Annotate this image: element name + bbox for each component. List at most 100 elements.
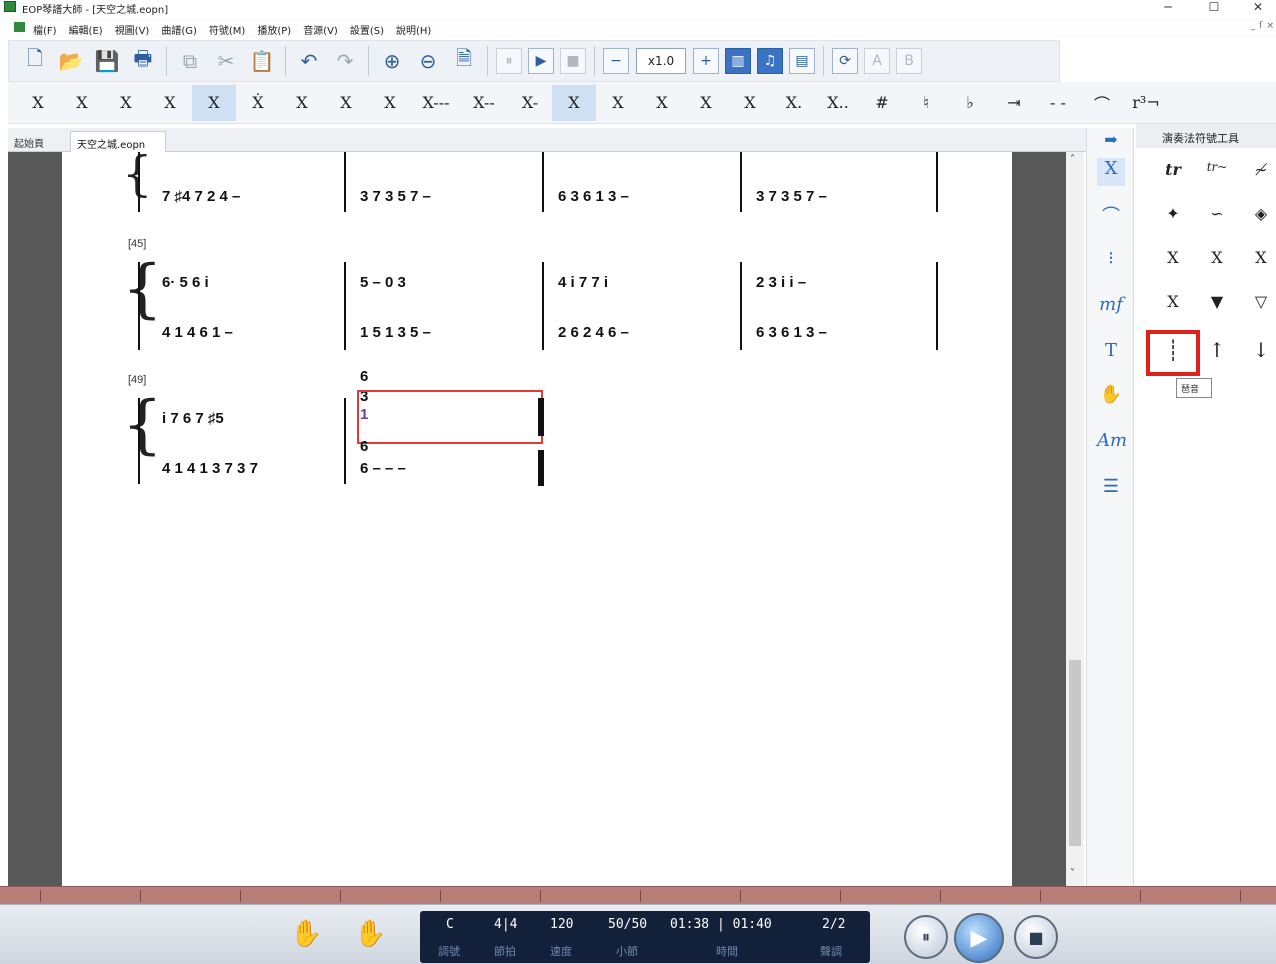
zoom-in-icon[interactable]: ⊕ [374, 45, 410, 77]
arpeggio-down-icon[interactable]: ↓ [1246, 338, 1276, 366]
menu-score[interactable]: 曲譜(G) [161, 22, 197, 37]
flat-icon[interactable]: ♭ [948, 85, 992, 121]
menu-sound[interactable]: 音源(V) [303, 22, 338, 37]
staff-view-icon[interactable]: ♫ [757, 48, 783, 74]
category-text-icon[interactable]: T [1097, 340, 1125, 368]
chord-note[interactable]: 6 [360, 368, 368, 385]
save-icon[interactable]: 💾 [89, 45, 125, 77]
mdi-minimize-button[interactable]: _ [1251, 21, 1256, 31]
maximize-button[interactable]: ☐ [1204, 0, 1224, 14]
measure[interactable]: 6 – – – [360, 458, 406, 478]
triplet-icon[interactable]: r³¬ [1124, 85, 1168, 121]
dot-tool-2[interactable]: X.. [816, 85, 860, 121]
mordent-icon[interactable]: ≁ [1246, 160, 1276, 188]
duration-tool-1[interactable]: X--- [412, 85, 460, 121]
speed-field[interactable]: x1.0 [636, 48, 686, 74]
category-chord-icon[interactable]: Am [1097, 430, 1127, 458]
paste-icon[interactable]: 📋 [244, 45, 280, 77]
undo-icon[interactable]: ↶ [291, 45, 327, 77]
arrow-right-icon[interactable]: ➡ [1097, 130, 1125, 158]
page-view-icon[interactable]: 🗎 [446, 45, 482, 77]
dot-tool-1[interactable]: X. [772, 85, 816, 121]
tab-home[interactable]: 起始頁 [8, 131, 66, 152]
grace-note-icon[interactable]: X [1158, 248, 1188, 276]
mdi-close-button[interactable]: × [1266, 21, 1274, 31]
scroll-up-icon[interactable]: ˄ [1070, 154, 1075, 165]
trill-icon[interactable]: tr [1158, 160, 1188, 188]
redo-icon[interactable]: ↷ [327, 45, 363, 77]
measure[interactable]: 5 – 0 3 [360, 272, 406, 292]
duration-tool-3[interactable]: X- [508, 85, 552, 121]
menu-play[interactable]: 播放(P) [257, 22, 291, 37]
measure[interactable]: 3 7 3 5 7 – [756, 186, 827, 206]
measure[interactable]: 4 1 4 1 3 7 3 7 [162, 458, 258, 478]
duration-tool-7[interactable]: X [684, 85, 728, 121]
turn-icon[interactable]: ∽ [1202, 204, 1232, 232]
note-tool-9[interactable]: X [368, 85, 412, 121]
inverted-turn-icon[interactable]: ◈ [1246, 204, 1276, 232]
copy-icon[interactable]: ⧉ [172, 45, 208, 77]
ab-repeat-icon[interactable]: ⟳ [832, 48, 858, 74]
measure[interactable]: 1 5 1 3 5 – [360, 322, 431, 342]
timeline-ruler[interactable] [0, 886, 1276, 904]
tie-tool-icon[interactable]: ⇥ [992, 85, 1036, 121]
vertical-scrollbar[interactable]: ˄ ˅ [1066, 152, 1084, 886]
duration-tool-4[interactable]: X [552, 84, 596, 121]
grace-pair-icon[interactable]: X [1158, 292, 1188, 320]
arpeggio-up-icon[interactable]: ↑ [1202, 338, 1232, 366]
open-folder-icon[interactable]: 📂 [53, 45, 89, 77]
category-hand-icon[interactable]: ✋ [1097, 384, 1125, 412]
speed-decrease-button[interactable]: − [603, 48, 629, 74]
sharp-icon[interactable]: # [860, 85, 904, 121]
zoom-out-icon[interactable]: ⊖ [410, 45, 446, 77]
category-dynamics-icon[interactable]: mf [1097, 294, 1125, 322]
play-button[interactable]: ▶ [954, 913, 1004, 963]
staff-toggle-icon[interactable]: ▤ [789, 48, 815, 74]
note-tool-3[interactable]: X [104, 85, 148, 121]
measure[interactable]: 6· 5 6 i [162, 272, 209, 292]
chord-note[interactable]: 6 [360, 438, 368, 455]
note-tool-6[interactable]: Ẋ [236, 85, 280, 121]
measure[interactable]: 3 7 3 5 7 – [360, 186, 431, 206]
menu-file[interactable]: 檔(F) [33, 22, 57, 37]
measure[interactable]: 4 i 7 7 i [558, 272, 608, 292]
rest-tool-icon[interactable]: - - [1036, 85, 1080, 121]
speed-increase-button[interactable]: + [693, 48, 719, 74]
cut-icon[interactable]: ✂ [208, 45, 244, 77]
pause-icon[interactable]: ⏸ [496, 48, 522, 74]
accent-outline-icon[interactable]: ▽ [1246, 292, 1276, 320]
duration-tool-8[interactable]: X [728, 85, 772, 121]
menu-edit[interactable]: 編輯(E) [69, 22, 103, 37]
left-hand-icon[interactable]: ✋ [290, 919, 322, 949]
measure[interactable]: 6 3 6 1 3 – [558, 186, 629, 206]
note-tool-8[interactable]: X [324, 85, 368, 121]
measure[interactable]: i 7 6 7 ♯5 [162, 408, 224, 428]
scroll-thumb[interactable] [1069, 660, 1081, 846]
minimize-button[interactable]: ─ [1158, 0, 1178, 14]
mark-b-button[interactable]: B [896, 48, 922, 74]
right-hand-icon[interactable]: ✋ [354, 919, 386, 949]
slur-icon[interactable]: ⌒ [1080, 85, 1124, 121]
menu-settings[interactable]: 設置(S) [350, 22, 384, 37]
inverted-mordent-icon[interactable]: ✦ [1158, 204, 1188, 232]
print-icon[interactable]: 🖶 [125, 45, 161, 77]
stop-button[interactable]: ■ [1014, 915, 1058, 959]
duration-tool-6[interactable]: X [640, 85, 684, 121]
mdi-restore-button[interactable]: ſ [1259, 21, 1262, 31]
measure[interactable]: 4 1 4 6 1 – [162, 322, 233, 342]
category-fermata-icon[interactable]: ⌒ [1097, 202, 1125, 230]
menu-symbol[interactable]: 符號(M) [209, 22, 245, 37]
piano-roll-icon[interactable]: ▥ [725, 48, 751, 74]
menu-help[interactable]: 說明(H) [396, 22, 431, 37]
measure[interactable]: 7 ♯4 7 2 4 – [162, 186, 240, 206]
measure[interactable]: 6 3 6 1 3 – [756, 322, 827, 342]
double-grace-icon[interactable]: X [1202, 248, 1232, 276]
score-page[interactable]: { 7 ♯4 7 2 4 – 3 7 3 5 7 – 6 3 6 1 3 – 3… [62, 152, 1012, 886]
category-lyrics-icon[interactable]: ☰ [1097, 476, 1125, 504]
stop-icon[interactable]: ■ [560, 48, 586, 74]
accent-down-icon[interactable]: ▼ [1202, 292, 1232, 320]
new-file-icon[interactable]: 🗋 [17, 45, 53, 77]
measure[interactable]: 2 6 2 4 6 – [558, 322, 629, 342]
menu-view[interactable]: 視圖(V) [115, 22, 150, 37]
mark-a-button[interactable]: A [864, 48, 890, 74]
